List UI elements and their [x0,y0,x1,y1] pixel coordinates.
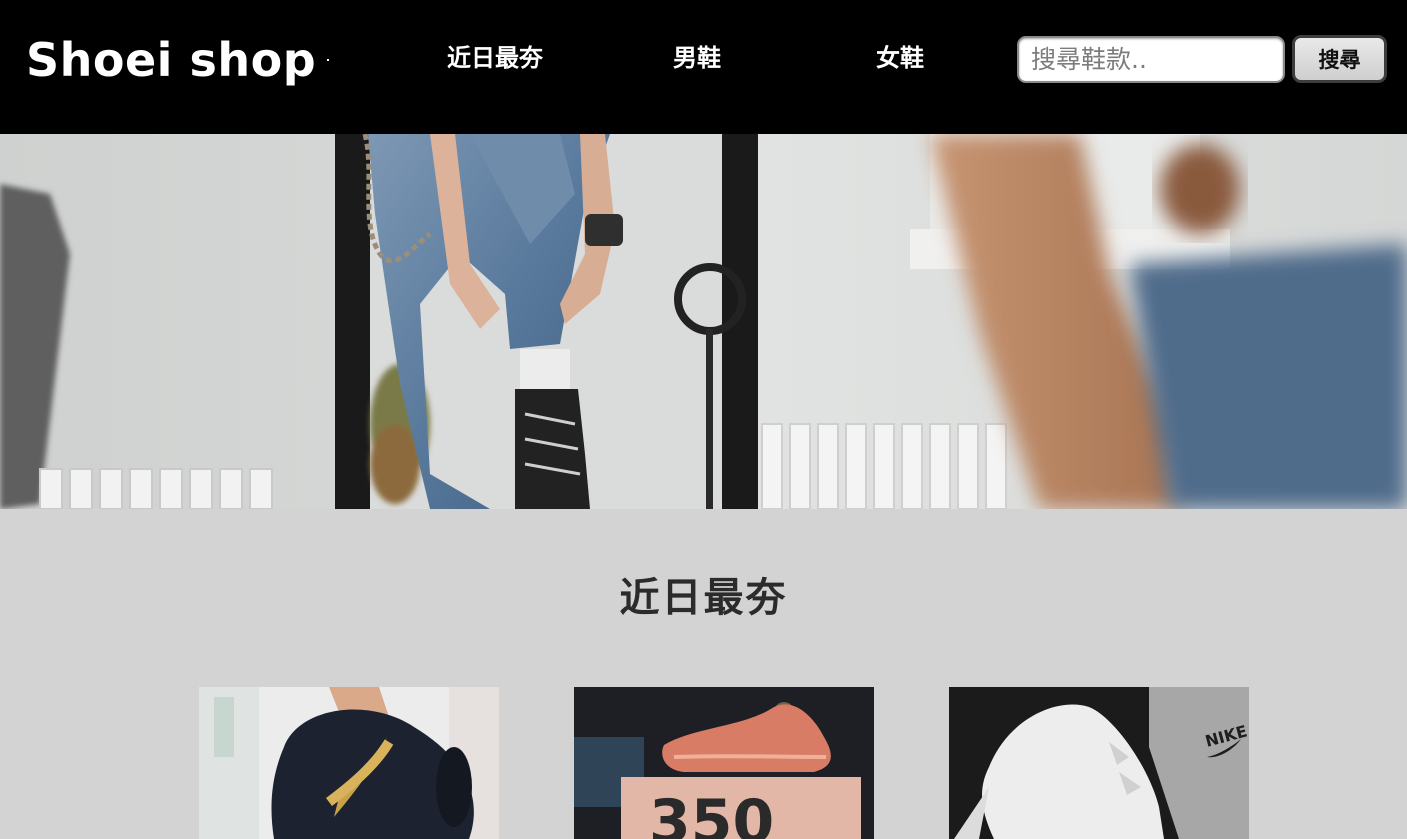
search-button[interactable]: 搜尋 [1292,35,1387,83]
nav-link-men[interactable]: 男鞋 [622,40,772,76]
nav-link-hot[interactable]: 近日最夯 [420,40,570,76]
section-title-hot: 近日最夯 [619,575,788,621]
brand-dot [327,59,329,61]
product-image-pink-sneaker-on-box: 350 [574,687,874,839]
search-input[interactable] [1017,36,1285,83]
product-card-2[interactable]: 350 [574,687,874,839]
product-card-1[interactable] [199,687,499,839]
nav-link-women[interactable]: 女鞋 [825,40,975,76]
hero-banner-image [0,134,1407,509]
product-image-black-gold-sneaker [199,687,499,839]
box-print: 350 [649,787,774,839]
hero-photo [0,134,1407,509]
brand-logo[interactable]: Shoei shop [26,30,316,90]
top-navbar: Shoei shop 近日最夯 男鞋 女鞋 搜尋 [0,0,1407,134]
product-image-white-nike-sneakers: NIKE [949,687,1249,839]
product-card-3[interactable]: NIKE [949,687,1249,839]
